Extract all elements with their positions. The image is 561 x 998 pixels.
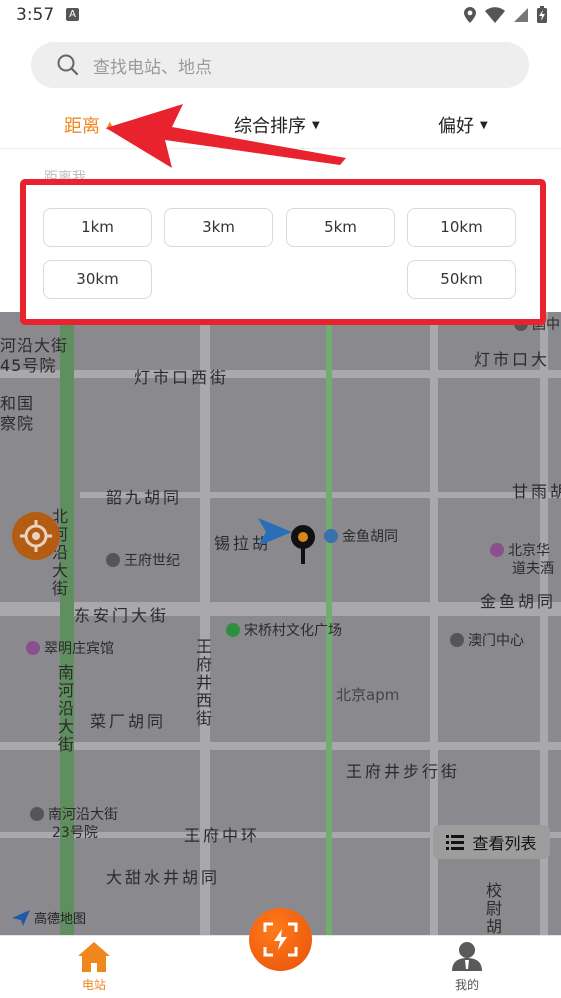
poi-item[interactable]: 北京apm	[336, 684, 399, 705]
station-pin-icon[interactable]	[290, 524, 316, 566]
poi-label: 翠明庄宾馆	[44, 641, 114, 657]
poi-label: 王府世纪	[124, 553, 180, 569]
poi-item[interactable]: 澳门中心	[450, 630, 524, 650]
hotel-icon	[490, 543, 504, 557]
user-icon	[452, 942, 482, 971]
scan-charge-button[interactable]	[249, 908, 312, 971]
poi-label-continued: 道夫酒	[512, 561, 554, 577]
list-view-button[interactable]: 查看列表	[433, 825, 550, 859]
poi-label: 澳门中心	[468, 633, 524, 649]
hotel-icon	[26, 641, 40, 655]
list-icon	[446, 835, 465, 850]
street-label: 王府井步行街	[346, 762, 461, 781]
poi-item[interactable]: 南河沿大街	[30, 804, 118, 824]
distance-option-5km[interactable]: 5km	[286, 208, 395, 247]
street-label: 菜厂胡同	[90, 712, 167, 731]
street-label: 45号院	[0, 356, 57, 375]
building-icon	[450, 633, 464, 647]
street-label-vertical: 南河沿大街	[55, 664, 74, 754]
building-icon	[106, 553, 120, 567]
map-road	[0, 742, 561, 750]
building-icon	[30, 807, 44, 821]
street-label: 灯市口西街	[134, 368, 230, 387]
home-icon	[78, 942, 110, 972]
street-label: 王府中环	[184, 826, 261, 845]
poi-item[interactable]: 北京华	[490, 540, 550, 560]
poi-label: 北京apm	[336, 686, 400, 704]
poi-item[interactable]: 王府世纪	[106, 550, 180, 570]
metro-icon	[324, 529, 338, 543]
poi-label-continued: 23号院	[52, 825, 98, 841]
street-label: 甘雨胡	[512, 482, 561, 501]
map-road	[0, 370, 561, 378]
distance-option-30km[interactable]: 30km	[43, 260, 152, 299]
amap-logo-icon	[12, 909, 30, 926]
distance-options-highlight: 1km 3km 5km 10km 30km 50km	[20, 179, 546, 325]
map-brand: 高德地图	[12, 908, 86, 927]
distance-option-1km[interactable]: 1km	[43, 208, 152, 247]
tab-mine-label: 我的	[454, 978, 479, 992]
scan-lightning-icon	[263, 922, 298, 957]
poi-label: 宋桥村文化广场	[244, 623, 342, 639]
street-label: 察院	[0, 414, 35, 433]
locate-button[interactable]	[12, 512, 60, 560]
poi-label: 北京华	[508, 543, 550, 559]
street-label: 东安门大街	[74, 606, 170, 625]
poi-item[interactable]: 翠明庄宾馆	[26, 638, 114, 658]
distance-option-10km[interactable]: 10km	[407, 208, 516, 247]
tab-stations[interactable]: 电站	[54, 936, 134, 998]
street-label-vertical: 校尉胡	[483, 882, 502, 935]
street-label: 韶九胡同	[106, 488, 183, 507]
poi-label: 金鱼胡同	[342, 529, 398, 545]
poi-item[interactable]: 金鱼胡同	[324, 526, 398, 546]
street-label: 灯市口大	[474, 350, 551, 369]
poi-label: 南河沿大街	[48, 807, 118, 823]
park-icon	[226, 623, 240, 637]
street-label: 大甜水井胡同	[106, 868, 221, 887]
crosshair-icon	[20, 520, 52, 552]
street-label: 金鱼胡同	[480, 592, 557, 611]
distance-option-3km[interactable]: 3km	[164, 208, 273, 247]
tab-mine[interactable]: 我的	[427, 936, 507, 998]
navigation-arrow-icon	[258, 518, 292, 546]
tab-stations-label: 电站	[81, 978, 106, 992]
list-view-label: 查看列表	[472, 834, 537, 853]
street-label-vertical: 王府井西街	[193, 638, 212, 728]
poi-item[interactable]: 宋桥村文化广场	[226, 620, 342, 640]
map-brand-label: 高德地图	[34, 912, 87, 927]
distance-option-50km[interactable]: 50km	[407, 260, 516, 299]
annotation-arrow	[106, 104, 346, 168]
